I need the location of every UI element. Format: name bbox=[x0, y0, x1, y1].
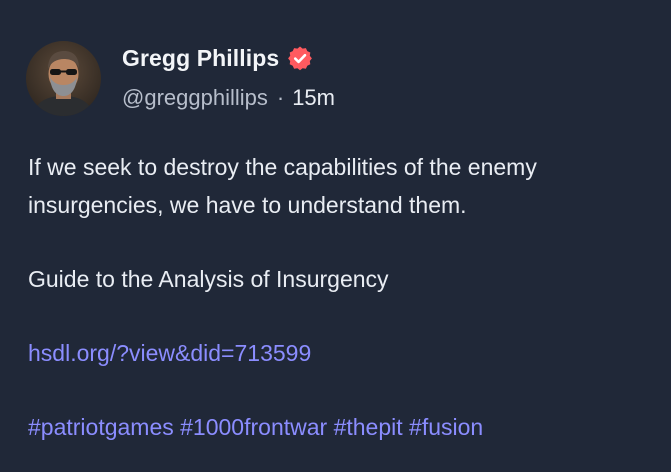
hashtag-1000frontwar[interactable]: #1000frontwar bbox=[180, 414, 327, 440]
author-meta-row: @greggphillips · 15m bbox=[122, 84, 335, 112]
post-timestamp[interactable]: 15m bbox=[292, 85, 335, 111]
hashtag-line: #patriotgames #1000frontwar #thepit #fus… bbox=[28, 408, 658, 446]
hashtag-thepit[interactable]: #thepit bbox=[334, 414, 403, 440]
meta-separator: · bbox=[276, 85, 285, 110]
post-title-line: Guide to the Analysis of Insurgency bbox=[28, 266, 389, 292]
author-handle[interactable]: @greggphillips bbox=[122, 85, 268, 111]
hashtag-fusion[interactable]: #fusion bbox=[409, 414, 483, 440]
post-text-line-2: insurgencies, we have to understand them… bbox=[28, 192, 467, 218]
author-display-name[interactable]: Gregg Phillips bbox=[122, 45, 279, 72]
avatar-photo-icon bbox=[26, 41, 101, 116]
author-name-row: Gregg Phillips bbox=[122, 42, 313, 74]
post-link[interactable]: hsdl.org/?view&did=713599 bbox=[28, 340, 311, 366]
hashtag-patriotgames[interactable]: #patriotgames bbox=[28, 414, 174, 440]
post-link-line: hsdl.org/?view&did=713599 bbox=[28, 334, 658, 372]
post-card: Gregg Phillips @greggphillips · 15m If w… bbox=[0, 0, 671, 472]
post-text-line-1: If we seek to destroy the capabilities o… bbox=[28, 154, 537, 180]
avatar[interactable] bbox=[26, 41, 101, 116]
post-body: If we seek to destroy the capabilities o… bbox=[28, 148, 658, 446]
verified-badge-icon bbox=[287, 45, 313, 71]
